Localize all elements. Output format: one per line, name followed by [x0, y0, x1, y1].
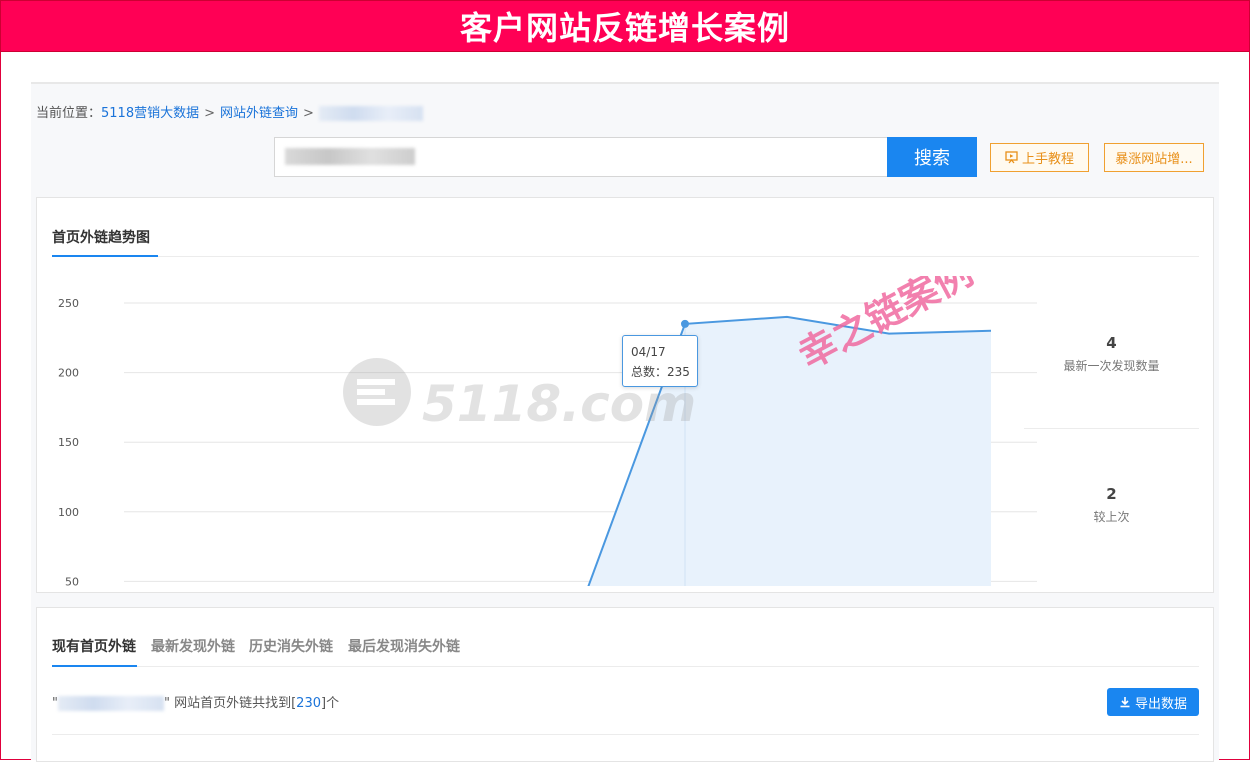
tab-current-links[interactable]: 现有首页外链: [52, 636, 136, 656]
tab-lost-history-links[interactable]: 历史消失外链: [249, 636, 333, 656]
y-tick-label: 100: [58, 506, 79, 519]
breadcrumb-separator: >: [204, 106, 216, 121]
breadcrumb: 当前位置：5118营销大数据 > 网站外链查询 >: [36, 102, 423, 121]
stat-change-count: 2: [1106, 485, 1117, 503]
export-data-button[interactable]: 导出数据: [1107, 688, 1199, 716]
stat-latest-label: 最新一次发现数量: [1063, 359, 1160, 373]
breadcrumb-separator: >: [303, 106, 314, 121]
page-content: 当前位置：5118营销大数据 > 网站外链查询 > 搜索 上手教程 暴涨网站增... …: [31, 82, 1219, 762]
tab-last-lost-links[interactable]: 最后发现消失外链: [348, 636, 460, 656]
list-divider: [52, 734, 1199, 735]
tab-new-links[interactable]: 最新发现外链: [151, 636, 235, 656]
surge-sites-label: 暴涨网站增...: [1115, 152, 1193, 167]
y-tick-label: 200: [58, 367, 79, 380]
links-card: 现有首页外链 最新发现外链 历史消失外链 最后发现消失外链 " " 网站首页外链共…: [36, 607, 1214, 762]
search-input[interactable]: [274, 137, 888, 177]
tooltip-label: 总数：: [631, 365, 668, 379]
tutorial-icon: [1005, 151, 1018, 164]
trend-card: 首页外链趋势图 05010015020025012/1712/3001/1004…: [36, 197, 1214, 593]
summary-link-count: 230: [296, 696, 321, 711]
banner-title: 客户网站反链增长案例: [459, 9, 790, 47]
summary-tail: ]个: [321, 696, 340, 711]
stat-latest-count: 4: [1106, 334, 1117, 352]
tooltip-date: 04/17: [631, 345, 666, 359]
search-button[interactable]: 搜索: [887, 137, 977, 177]
tab-trend-chart[interactable]: 首页外链趋势图: [52, 227, 150, 247]
tab-divider: [158, 256, 1199, 257]
breadcrumb-link-marketing-data[interactable]: 5118营销大数据: [101, 106, 199, 121]
stat-change-label: 较上次: [1093, 510, 1130, 524]
summary-text: " 网站首页外链共找到[: [163, 696, 297, 711]
y-tick-label: 250: [58, 297, 79, 310]
tooltip-value: 235: [667, 365, 690, 379]
stat-divider: [1024, 428, 1199, 429]
tab-divider: [137, 666, 1199, 667]
tutorial-label: 上手教程: [1021, 152, 1074, 167]
surge-sites-button[interactable]: 暴涨网站增...: [1104, 143, 1204, 172]
y-tick-label: 50: [65, 575, 79, 586]
breadcrumb-prefix: 当前位置：: [36, 106, 102, 121]
chart-tooltip: 04/17 总数：235: [622, 335, 698, 387]
tab-active-indicator: [52, 255, 158, 257]
data-point: [681, 319, 689, 328]
case-banner: 客户网站反链增长案例: [0, 0, 1250, 52]
summary-redacted-domain: [57, 696, 164, 711]
export-label: 导出数据: [1134, 695, 1187, 711]
tab-active-indicator: [52, 665, 137, 667]
trend-chart[interactable]: 05010015020025012/1712/3001/1004/0604/17…: [47, 276, 1037, 586]
y-tick-label: 150: [58, 436, 79, 449]
breadcrumb-redacted-domain: [318, 106, 423, 121]
download-icon: [1120, 697, 1130, 708]
tutorial-button[interactable]: 上手教程: [990, 143, 1089, 172]
links-summary: " " 网站首页外链共找到[230]个: [52, 692, 339, 711]
chart-area-fill: [588, 316, 991, 586]
search-redacted-value: [285, 148, 415, 165]
breadcrumb-link-backlink-query[interactable]: 网站外链查询: [220, 106, 298, 121]
